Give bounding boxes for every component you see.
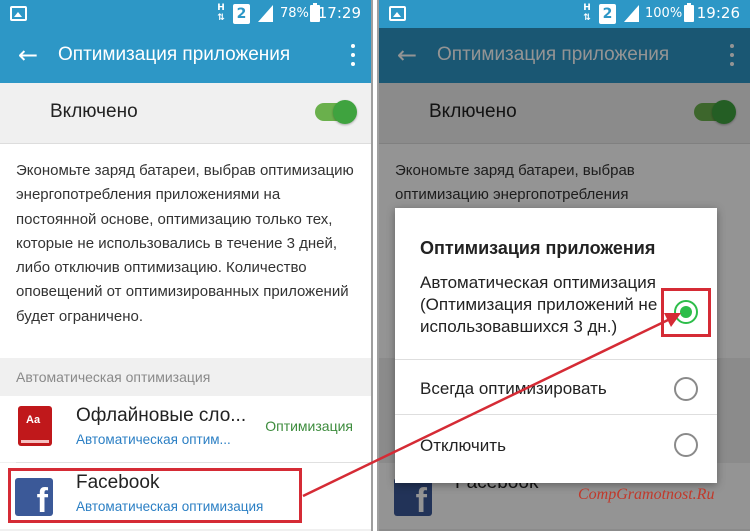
right-phone-screen: H ⇅ 2 100% 19:26 ← Оптимизация приложения… xyxy=(377,0,750,531)
dialog-title: Оптимизация приложения xyxy=(420,238,656,258)
gallery-notification-icon xyxy=(389,6,406,21)
app-row-dictionary[interactable]: Офлайновые сло... Автоматическая оптим..… xyxy=(0,396,371,462)
watermark: CompGramotnost.Ru xyxy=(578,486,715,503)
signal-icon xyxy=(624,5,639,22)
status-bar: H ⇅ 2 100% 19:26 xyxy=(379,0,750,28)
divider xyxy=(395,359,717,360)
clock: 19:26 xyxy=(696,4,740,22)
section-header: Автоматическая оптимизация xyxy=(0,358,371,396)
network-type-icon: H ⇅ xyxy=(583,3,591,23)
sim-indicator: 2 xyxy=(599,4,616,24)
enabled-switch[interactable] xyxy=(315,100,357,124)
facebook-row-highlight xyxy=(8,468,302,523)
battery-percent: 100% xyxy=(645,6,683,21)
description-text: Экономьте заряд батареи, выбрав оптимиза… xyxy=(16,162,354,325)
divider xyxy=(395,414,717,415)
enabled-toggle-row[interactable]: Включено xyxy=(0,83,371,143)
battery-icon xyxy=(684,3,694,22)
arrow-back-icon[interactable]: ← xyxy=(18,41,38,69)
toggle-label: Включено xyxy=(50,101,138,122)
radio-disable[interactable] xyxy=(674,433,698,457)
selected-radio-highlight xyxy=(661,288,711,337)
option-auto-optimization[interactable]: Автоматическая оптимизация (Оптимизация … xyxy=(420,272,670,338)
network-type-icon: H ⇅ xyxy=(217,3,225,23)
signal-icon xyxy=(258,5,273,22)
radio-always-optimize[interactable] xyxy=(674,377,698,401)
status-bar: H ⇅ 2 78% 17:29 xyxy=(0,0,371,28)
dictionary-icon: Aa xyxy=(18,406,52,446)
more-vert-icon[interactable] xyxy=(351,44,355,66)
page-title: Оптимизация приложения xyxy=(58,44,291,65)
sim-indicator: 2 xyxy=(233,4,250,24)
app-name: Офлайновые сло... xyxy=(76,405,247,426)
clock: 17:29 xyxy=(317,4,361,22)
app-bar: ← Оптимизация приложения xyxy=(0,28,371,83)
option-disable[interactable]: Отключить xyxy=(420,435,506,457)
optimization-dialog: Оптимизация приложения Автоматическая оп… xyxy=(395,208,717,483)
left-phone-screen: H ⇅ 2 78% 17:29 ← Оптимизация приложения … xyxy=(0,0,373,531)
battery-percent: 78% xyxy=(280,6,309,21)
description-panel: Экономьте заряд батареи, выбрав оптимиза… xyxy=(0,143,371,358)
app-status: Автоматическая оптим... xyxy=(76,432,231,447)
section-header-label: Автоматическая оптимизация xyxy=(16,369,211,385)
optimization-status: Оптимизация xyxy=(265,418,353,434)
option-always-optimize[interactable]: Всегда оптимизировать xyxy=(420,378,607,400)
gallery-notification-icon xyxy=(10,6,27,21)
